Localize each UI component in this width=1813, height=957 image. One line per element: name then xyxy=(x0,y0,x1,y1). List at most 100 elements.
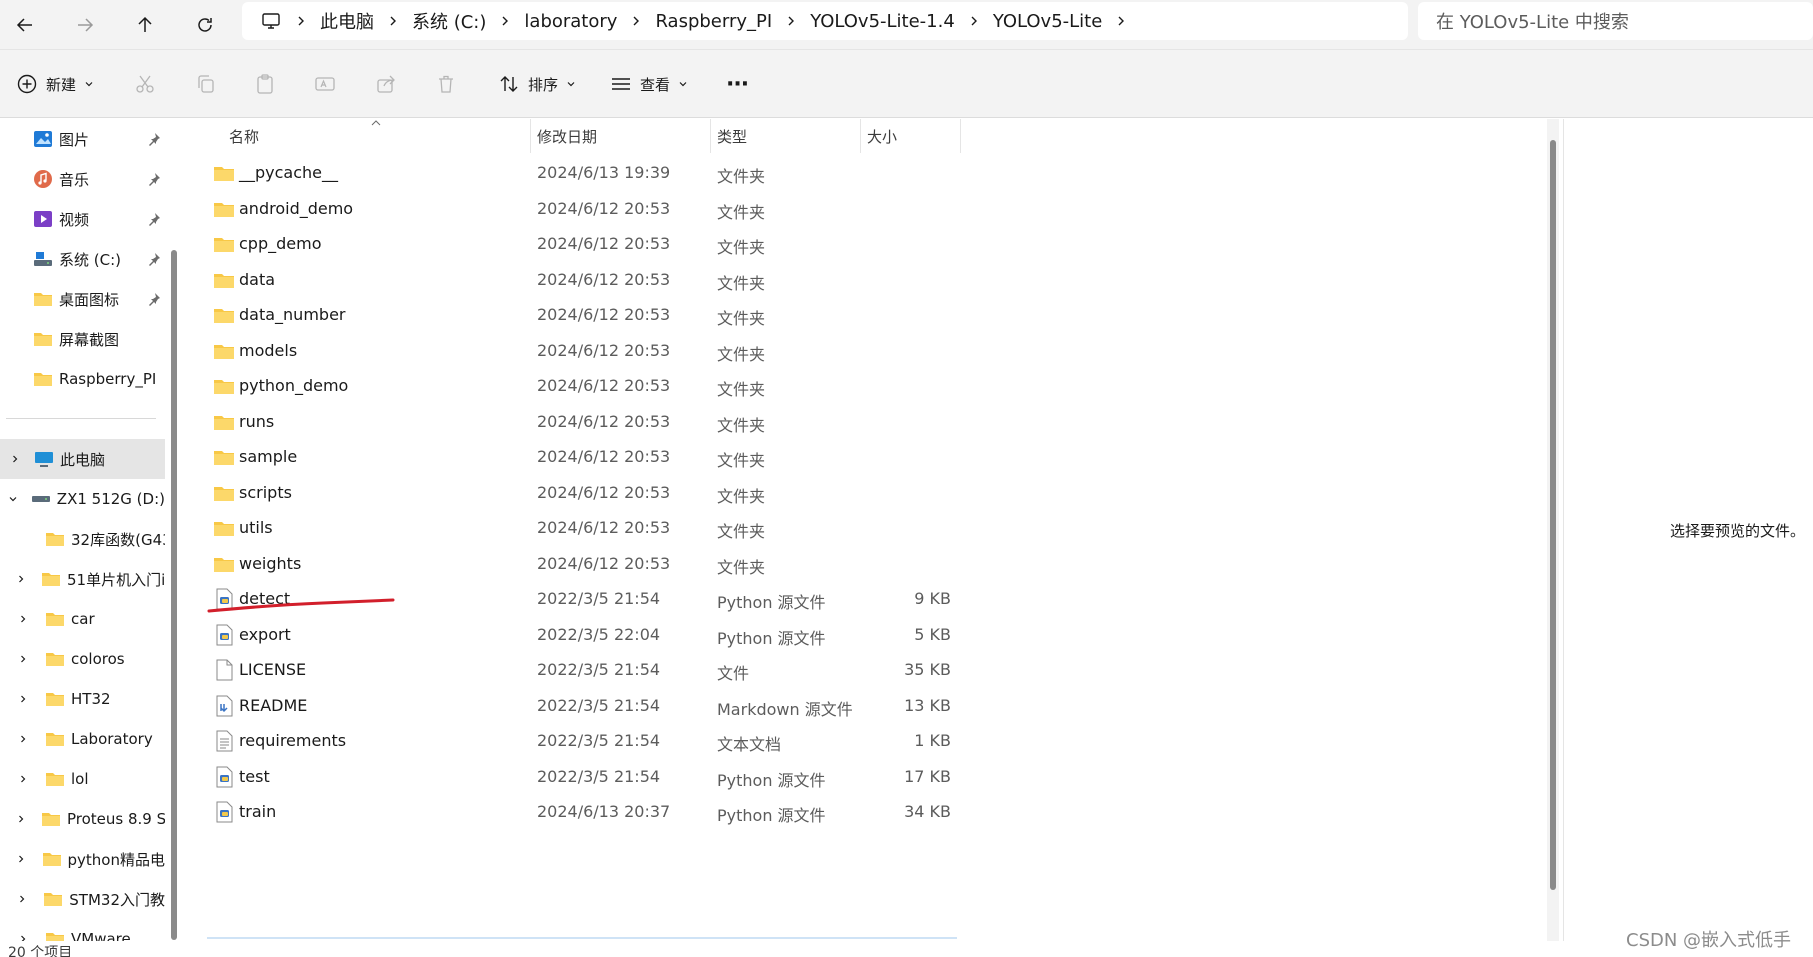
pin-icon[interactable] xyxy=(147,292,161,306)
breadcrumb-system-c[interactable]: 系统 (C:) xyxy=(406,8,492,34)
chevron-right-icon[interactable] xyxy=(16,734,30,744)
column-header-date[interactable]: 修改日期 xyxy=(537,119,707,153)
search-input[interactable]: 在 YOLOv5-Lite 中搜索 xyxy=(1418,2,1813,40)
chevron-right-icon[interactable] xyxy=(16,894,28,904)
address-bar[interactable]: 此电脑 系统 (C:) laboratory Raspberry_PI YOLO… xyxy=(242,2,1408,40)
sidebar-item-drive-d[interactable]: ZX1 512G (D:) xyxy=(0,479,165,519)
chevron-down-icon xyxy=(566,75,576,93)
chevron-right-icon[interactable] xyxy=(16,814,26,824)
up-button[interactable] xyxy=(126,6,164,44)
file-size: 35 KB xyxy=(904,660,951,679)
file-type: 文件 xyxy=(717,664,750,683)
breadcrumb-yolov5-lite-1-4[interactable]: YOLOv5-Lite-1.4 xyxy=(804,11,961,32)
chevron-down-icon xyxy=(84,75,94,93)
file-date: 2024/6/12 20:53 xyxy=(537,269,671,289)
sidebar-item-videos[interactable]: 视频 xyxy=(0,199,165,239)
file-date: 2024/6/12 20:53 xyxy=(537,340,671,360)
file-date: 2024/6/12 20:53 xyxy=(537,376,671,395)
file-type: 文件夹 xyxy=(717,380,766,399)
sidebar-item-desktop-icons[interactable]: 桌面图标 xyxy=(0,279,165,319)
pictures-icon xyxy=(33,129,53,149)
chevron-right-icon[interactable] xyxy=(492,15,518,27)
column-divider[interactable] xyxy=(530,119,531,153)
chevron-right-icon[interactable] xyxy=(16,774,30,784)
chevron-down-icon[interactable] xyxy=(8,494,19,504)
file-date: 2024/6/12 20:53 xyxy=(537,411,671,431)
sidebar-item-drive-folder[interactable]: STM32入门教 xyxy=(0,879,165,919)
sort-button[interactable]: 排序 xyxy=(498,64,576,104)
chevron-right-icon[interactable] xyxy=(16,694,30,704)
rename-icon xyxy=(315,77,335,91)
sidebar-item-drive-folder[interactable]: python精品电 xyxy=(0,839,165,879)
file-name: test xyxy=(239,766,270,786)
sidebar-item-label: lol xyxy=(71,770,89,788)
chevron-right-icon[interactable] xyxy=(16,654,30,664)
sidebar-item-drive-folder[interactable]: car xyxy=(0,599,165,639)
chevron-right-icon[interactable] xyxy=(623,15,649,27)
sidebar-item-drive-folder[interactable]: 51单片机入门i xyxy=(0,559,165,599)
sidebar-item-system-c[interactable]: 系统 (C:) xyxy=(0,239,165,279)
breadcrumb-this-pc[interactable]: 此电脑 xyxy=(314,8,380,34)
chevron-right-icon[interactable] xyxy=(16,934,30,941)
file-type: 文件夹 xyxy=(717,167,766,186)
cut-button[interactable] xyxy=(134,64,156,104)
sidebar-item-label: car xyxy=(71,610,95,628)
sidebar-item-screenshots[interactable]: 屏幕截图 xyxy=(0,319,165,359)
folder-icon xyxy=(45,529,65,549)
sidebar-item-music[interactable]: 音乐 xyxy=(0,159,165,199)
sidebar-item-raspberry-pi[interactable]: Raspberry_PI xyxy=(0,359,165,399)
chevron-right-icon[interactable] xyxy=(16,854,27,864)
delete-button[interactable] xyxy=(435,64,457,104)
chevron-right-icon[interactable] xyxy=(288,15,314,27)
back-button[interactable] xyxy=(6,6,44,44)
sidebar-item-label: 图片 xyxy=(59,130,90,149)
view-button[interactable]: 查看 xyxy=(610,64,688,104)
file-date: 2024/6/12 20:53 xyxy=(537,305,671,324)
column-header-size[interactable]: 大小 xyxy=(867,119,967,153)
file-type: 文本文档 xyxy=(717,735,782,754)
sidebar-item-drive-folder[interactable]: HT32 xyxy=(0,679,165,719)
file-row[interactable]: train 2024/6/13 20:37 Python 源文件 34 KB xyxy=(185,792,965,833)
more-options-button[interactable]: ··· xyxy=(726,64,749,104)
copy-button[interactable] xyxy=(195,64,217,104)
file-type: 文件夹 xyxy=(717,273,766,293)
preview-divider[interactable] xyxy=(1563,119,1564,941)
chevron-right-icon[interactable] xyxy=(8,454,22,464)
column-header-type[interactable]: 类型 xyxy=(717,119,857,153)
sidebar-item-drive-folder[interactable]: Laboratory xyxy=(0,719,165,759)
column-divider[interactable] xyxy=(960,119,961,153)
share-button[interactable] xyxy=(375,64,397,104)
chevron-right-icon[interactable] xyxy=(16,614,30,624)
pin-icon[interactable] xyxy=(147,252,161,266)
sidebar-item-drive-folder[interactable]: 32库函数(G43 xyxy=(0,519,165,559)
column-divider[interactable] xyxy=(710,119,711,153)
sidebar-item-drive-folder[interactable]: VMware xyxy=(0,919,165,941)
new-label: 新建 xyxy=(46,75,77,94)
breadcrumb-yolov5-lite[interactable]: YOLOv5-Lite xyxy=(987,11,1109,32)
chevron-right-icon[interactable] xyxy=(1108,15,1134,27)
file-date: 2022/3/5 21:54 xyxy=(537,695,661,715)
pin-icon[interactable] xyxy=(147,212,161,226)
breadcrumb-laboratory[interactable]: laboratory xyxy=(518,11,623,32)
chevron-right-icon[interactable] xyxy=(16,574,26,584)
pin-icon[interactable] xyxy=(147,172,161,186)
refresh-button[interactable] xyxy=(186,6,224,44)
forward-button[interactable] xyxy=(66,6,104,44)
chevron-right-icon[interactable] xyxy=(961,15,987,27)
monitor-icon[interactable] xyxy=(254,11,288,31)
sidebar-scrollbar[interactable] xyxy=(171,250,177,940)
sidebar-item-this-pc[interactable]: 此电脑 xyxy=(0,439,165,479)
rename-button[interactable] xyxy=(314,64,336,104)
sidebar-item-drive-folder[interactable]: lol xyxy=(0,759,165,799)
list-scrollbar-thumb[interactable] xyxy=(1550,140,1556,890)
column-divider[interactable] xyxy=(860,119,861,153)
sidebar-item-drive-folder[interactable]: coloros xyxy=(0,639,165,679)
pin-icon[interactable] xyxy=(147,132,161,146)
paste-button[interactable] xyxy=(254,64,276,104)
chevron-right-icon[interactable] xyxy=(778,15,804,27)
chevron-right-icon[interactable] xyxy=(380,15,406,27)
sidebar-item-drive-folder[interactable]: Proteus 8.9 S xyxy=(0,799,165,839)
breadcrumb-raspberry-pi[interactable]: Raspberry_PI xyxy=(649,11,778,32)
new-button[interactable]: 新建 xyxy=(16,64,94,104)
sidebar-item-pictures[interactable]: 图片 xyxy=(0,119,165,159)
